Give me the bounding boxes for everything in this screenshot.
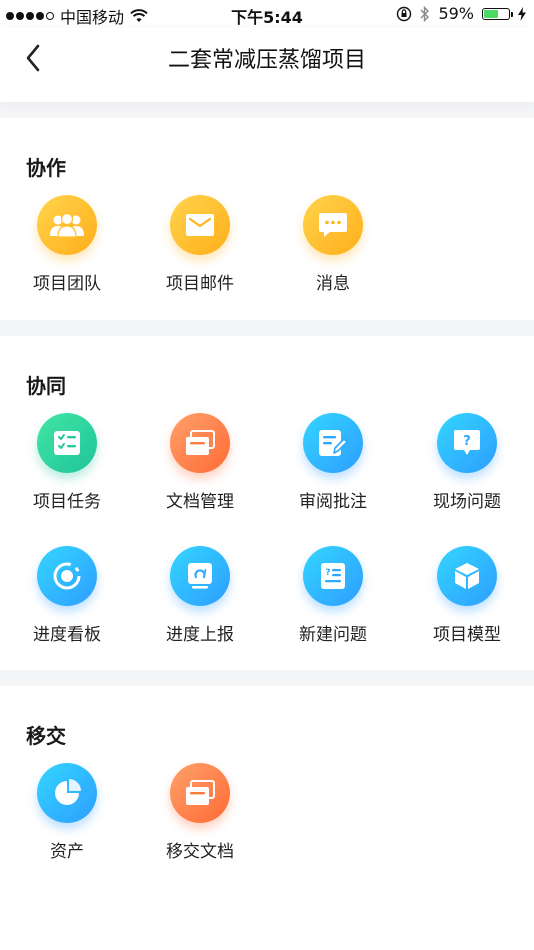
task-list-icon bbox=[37, 413, 97, 473]
page-title: 二套常减压蒸馏项目 bbox=[167, 48, 366, 73]
item-progress-report[interactable]: 进度上报 bbox=[145, 546, 255, 645]
section-title: 协同 bbox=[26, 374, 66, 398]
item-project-team[interactable]: 项目团队 bbox=[12, 195, 122, 294]
question-icon: ? bbox=[437, 413, 497, 473]
section-title: 移交 bbox=[26, 724, 66, 748]
item-label: 文档管理 bbox=[166, 492, 234, 512]
item-project-tasks[interactable]: 项目任务 bbox=[12, 413, 122, 512]
item-label: 项目模型 bbox=[433, 625, 501, 645]
orientation-lock-icon bbox=[396, 6, 412, 22]
item-assets[interactable]: 资产 bbox=[12, 763, 122, 862]
item-messages[interactable]: 消息 bbox=[278, 195, 388, 294]
mail-icon bbox=[170, 195, 230, 255]
section-coordination: 协同 项目任务 文档管理 审阅批注 ? 现场问题 进度看板 进度上报 ? 新建问… bbox=[0, 336, 534, 670]
svg-text:?: ? bbox=[463, 434, 471, 449]
battery-level bbox=[484, 9, 499, 18]
section-handover: 移交 资产 移交文档 bbox=[0, 686, 534, 950]
cube-icon bbox=[437, 546, 497, 606]
item-label: 新建问题 bbox=[299, 625, 367, 645]
documents-icon bbox=[170, 413, 230, 473]
item-document-management[interactable]: 文档管理 bbox=[145, 413, 255, 512]
battery-percent: 59% bbox=[438, 4, 474, 23]
item-label: 项目任务 bbox=[33, 492, 101, 512]
pie-chart-icon bbox=[37, 763, 97, 823]
status-bar: 中国移动 下午5:44 59% bbox=[0, 0, 534, 28]
item-review-annotations[interactable]: 审阅批注 bbox=[278, 413, 388, 512]
item-project-model[interactable]: 项目模型 bbox=[412, 546, 522, 645]
item-label: 现场问题 bbox=[433, 492, 501, 512]
report-upload-icon bbox=[170, 546, 230, 606]
section-collaboration: 协作 项目团队 项目邮件 消息 bbox=[0, 118, 534, 320]
charging-icon bbox=[518, 6, 526, 21]
item-label: 审阅批注 bbox=[299, 492, 367, 512]
review-edit-icon bbox=[303, 413, 363, 473]
section-title: 协作 bbox=[26, 156, 66, 180]
item-label: 项目邮件 bbox=[166, 274, 234, 294]
battery-icon bbox=[482, 7, 513, 20]
documents-icon bbox=[170, 763, 230, 823]
progress-ring-icon bbox=[37, 546, 97, 606]
item-progress-board[interactable]: 进度看板 bbox=[12, 546, 122, 645]
item-label: 项目团队 bbox=[33, 274, 101, 294]
message-icon bbox=[303, 195, 363, 255]
svg-text:?: ? bbox=[325, 568, 330, 578]
bluetooth-icon bbox=[420, 5, 430, 22]
item-label: 移交文档 bbox=[166, 842, 234, 862]
status-right: 59% bbox=[396, 4, 526, 23]
item-project-mail[interactable]: 项目邮件 bbox=[145, 195, 255, 294]
item-new-issue[interactable]: ? 新建问题 bbox=[278, 546, 388, 645]
item-label: 资产 bbox=[50, 842, 84, 862]
item-label: 进度看板 bbox=[33, 625, 101, 645]
item-label: 进度上报 bbox=[166, 625, 234, 645]
team-icon bbox=[37, 195, 97, 255]
item-site-issues[interactable]: ? 现场问题 bbox=[412, 413, 522, 512]
item-label: 消息 bbox=[316, 274, 350, 294]
navigation-bar: 二套常减压蒸馏项目 bbox=[0, 28, 534, 102]
new-issue-icon: ? bbox=[303, 546, 363, 606]
item-handover-documents[interactable]: 移交文档 bbox=[145, 763, 255, 862]
